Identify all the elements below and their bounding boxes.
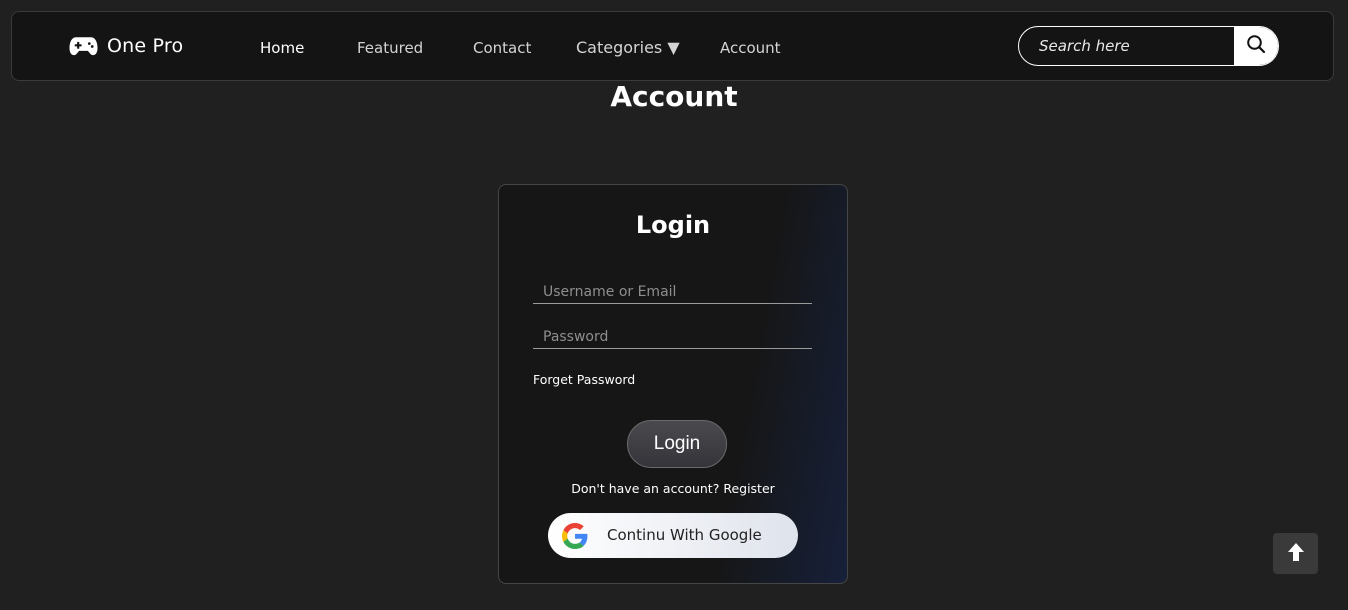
- password-field-wrapper: [533, 319, 812, 349]
- google-button-label: Continu With Google: [607, 526, 762, 544]
- nav-link-categories[interactable]: Categories ▼: [576, 38, 680, 58]
- password-field[interactable]: [533, 319, 812, 348]
- logo[interactable]: One Pro: [69, 33, 183, 59]
- login-title: Login: [635, 211, 711, 239]
- navbar: One Pro Home Featured Contact Categories…: [11, 11, 1334, 81]
- nav-link-contact[interactable]: Contact: [473, 38, 531, 58]
- login-button[interactable]: Login: [627, 420, 727, 468]
- nav-link-account[interactable]: Account: [720, 38, 781, 58]
- login-card: Login Forget Password Login Don't have a…: [498, 184, 848, 584]
- nav-link-featured[interactable]: Featured: [357, 38, 423, 58]
- username-field[interactable]: [533, 274, 812, 303]
- forgot-password-link[interactable]: Forget Password: [533, 372, 635, 387]
- gamepad-icon: [69, 36, 98, 56]
- arrow-up-icon: [1287, 542, 1305, 566]
- logo-text: One Pro: [107, 35, 184, 57]
- register-prompt-text: Don't have an account?: [571, 481, 720, 496]
- search-input[interactable]: [1019, 27, 1235, 65]
- google-login-button[interactable]: Continu With Google: [548, 513, 798, 558]
- register-prompt: Don't have an account? Register: [499, 481, 847, 496]
- search-box: [1018, 26, 1279, 66]
- nav-link-home[interactable]: Home: [260, 38, 304, 58]
- page-title: Account: [610, 80, 738, 113]
- scroll-to-top-button[interactable]: [1273, 533, 1318, 574]
- search-icon: [1246, 34, 1266, 58]
- search-button[interactable]: [1234, 27, 1278, 65]
- username-field-wrapper: [533, 274, 812, 304]
- register-link[interactable]: Register: [723, 481, 774, 496]
